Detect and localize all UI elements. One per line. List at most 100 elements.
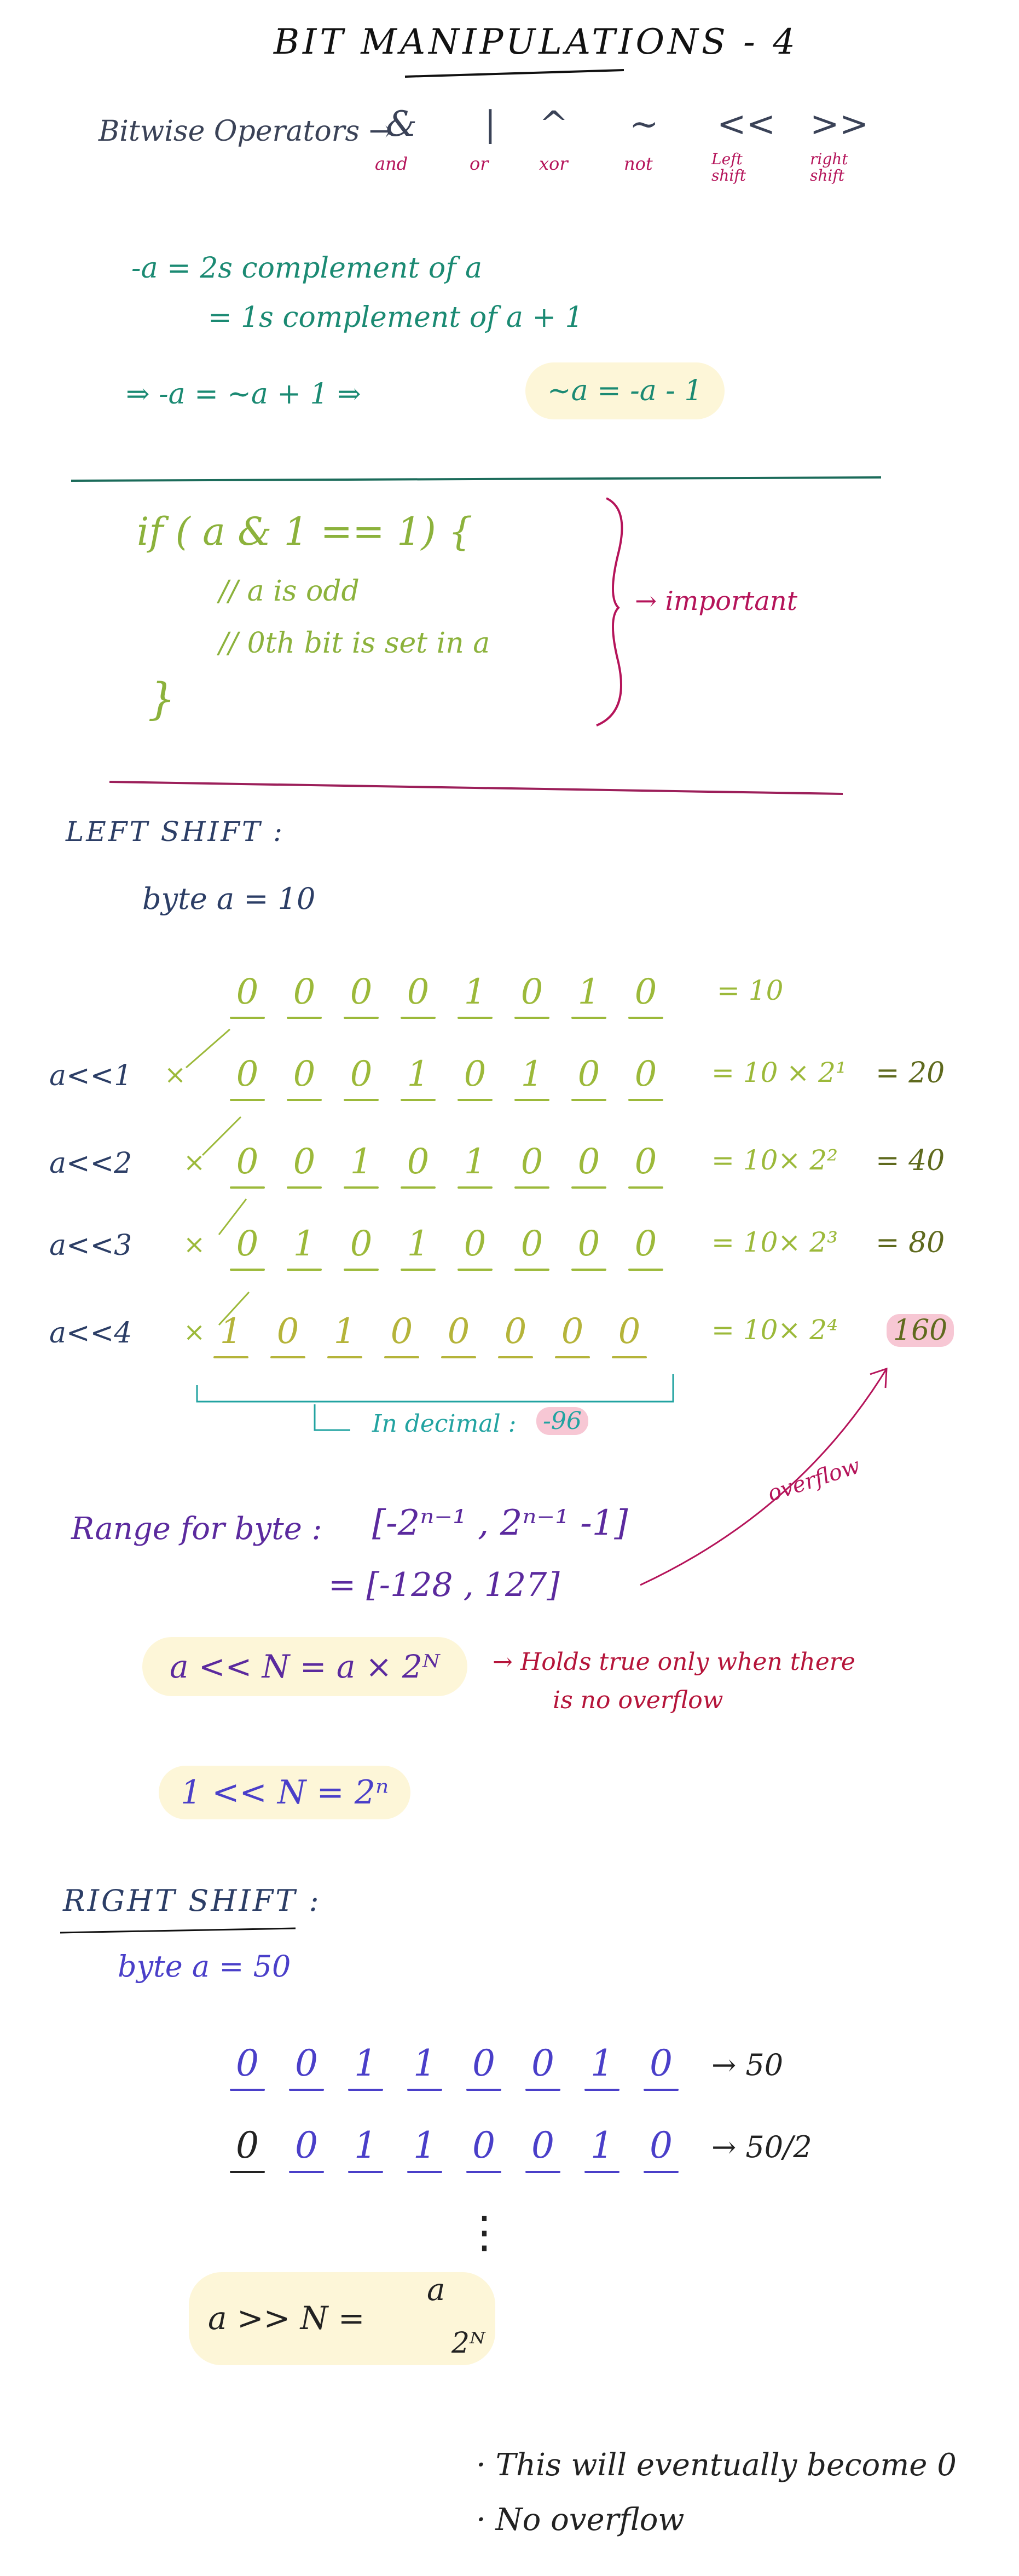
- dropped-bit-mark: ×: [164, 1059, 187, 1090]
- shift-row-label: a<<1: [49, 1059, 132, 1092]
- operator-name: and: [375, 153, 408, 174]
- decimal-label: In decimal :: [372, 1410, 517, 1438]
- bit-cell: 1: [287, 1224, 322, 1271]
- right-shift-row-result: → 50/2: [711, 2130, 812, 2164]
- range-values: = [-128 , 127]: [328, 1566, 560, 1604]
- shift-row-result: = 10: [717, 975, 784, 1006]
- bullet-eventually-zero: · This will eventually become 0: [476, 2447, 957, 2483]
- shift-row-result: = 10× 2³: [711, 1226, 838, 1258]
- bit-cell: 0: [289, 2124, 324, 2173]
- bit-cell: 0: [514, 972, 549, 1019]
- complement-line-3: ⇒ -a = ~a + 1 ⇒: [126, 378, 361, 411]
- bit-cell: 0: [498, 1311, 533, 1358]
- bit-cell: 0: [401, 972, 436, 1019]
- bit-cell: 1: [458, 972, 493, 1019]
- bit-cell: 1: [458, 1142, 493, 1189]
- bit-cell: 0: [441, 1311, 476, 1358]
- power-of-two-rule: 1 << N = 2ⁿ: [159, 1766, 411, 1819]
- operator-symbol: |: [484, 104, 496, 145]
- right-shift-heading: RIGHT SHIFT :: [63, 1883, 321, 1918]
- bit-cell: 0: [571, 1142, 606, 1189]
- bit-cell: 0: [644, 2042, 679, 2091]
- bit-cell: 0: [628, 1142, 663, 1189]
- operator-name: or: [470, 153, 489, 174]
- shift-rule-note-1: → Holds true only when there: [493, 1648, 855, 1676]
- bit-cell: 1: [571, 972, 606, 1019]
- bit-cell: 0: [628, 1224, 663, 1271]
- bit-cell: 0: [230, 1054, 265, 1101]
- complement-line-1: -a = 2s complement of a: [131, 252, 483, 285]
- operator-symbol: ^: [539, 104, 569, 145]
- shift-row-label: a<<3: [49, 1229, 132, 1262]
- shift-row-value: = 40: [876, 1144, 945, 1177]
- shift-row-result: = 10× 2²: [711, 1144, 838, 1176]
- operator-name: xor: [539, 153, 568, 174]
- bit-cell: 0: [644, 2124, 679, 2173]
- operator-name: right shift: [810, 150, 848, 185]
- dropped-bit-mark: ×: [183, 1317, 206, 1347]
- shift-row-label: a<<2: [49, 1147, 132, 1180]
- bit-cell: 0: [458, 1224, 493, 1271]
- bit-cell: 1: [407, 2124, 442, 2173]
- bit-cell: 1: [327, 1311, 362, 1358]
- bit-cell: 0: [458, 1054, 493, 1101]
- bit-cell: 0: [230, 1142, 265, 1189]
- bit-cell: 1: [584, 2042, 619, 2091]
- bit-cell: 0: [571, 1224, 606, 1271]
- right-shift-rule: a >> N =: [208, 2300, 365, 2337]
- bit-cell: 0: [401, 1142, 436, 1189]
- dropped-bit-mark: ×: [183, 1147, 206, 1178]
- divider-green: [71, 476, 882, 482]
- ellipsis: ⋮: [462, 2206, 506, 2257]
- decimal-value: -96: [536, 1407, 588, 1435]
- odd-code-2: // a is odd: [219, 575, 360, 608]
- shift-row-result: = 10 × 2¹: [711, 1057, 847, 1088]
- bit-cell: 0: [466, 2124, 501, 2173]
- bit-cell: 0: [525, 2042, 560, 2091]
- operator-name: Left shift: [711, 150, 746, 185]
- complement-line-2: = 1s complement of a + 1: [208, 301, 583, 334]
- range-label: Range for byte :: [71, 1511, 322, 1547]
- bit-cell: 0: [344, 1054, 379, 1101]
- bit-cell: 1: [514, 1054, 549, 1101]
- divider-magenta: [109, 781, 843, 795]
- bit-cell: 0: [628, 1054, 663, 1101]
- range-formula: [-2ⁿ⁻¹ , 2ⁿ⁻¹ -1]: [372, 1503, 628, 1543]
- shift-row-result: = 10× 2⁴: [711, 1314, 838, 1346]
- odd-code-4: }: [148, 673, 176, 724]
- bit-cell: 1: [213, 1311, 248, 1358]
- bit-cell: 0: [344, 972, 379, 1019]
- not-identity: ~a = -a - 1: [525, 362, 725, 419]
- bit-cell: 0: [514, 1142, 549, 1189]
- right-shift-denominator: 2ᴺ: [451, 2327, 485, 2360]
- bit-cell: 0: [555, 1311, 590, 1358]
- right-shift-numerator: a: [427, 2272, 445, 2308]
- bullet-no-overflow: · No overflow: [476, 2502, 685, 2538]
- page-title: BIT MANIPULATIONS - 4: [274, 22, 798, 62]
- operator-symbol: <<: [717, 104, 776, 145]
- bit-cell: 1: [584, 2124, 619, 2173]
- bit-cell: 1: [348, 2042, 383, 2091]
- right-shift-row-result: → 50: [711, 2048, 784, 2082]
- operator-symbol: >>: [810, 104, 869, 145]
- right-shift-underline: [60, 1927, 296, 1934]
- overflow-result: 160: [887, 1314, 954, 1347]
- bit-cell: 0: [466, 2042, 501, 2091]
- left-shift-declaration: byte a = 10: [142, 881, 316, 916]
- bit-cell: 0: [344, 1224, 379, 1271]
- left-shift-rule: a << N = a × 2ᴺ: [142, 1637, 467, 1696]
- bit-cell: 1: [401, 1054, 436, 1101]
- decimal-bracket: [196, 1374, 674, 1403]
- bit-cell: 0: [384, 1311, 419, 1358]
- odd-code-1: if ( a & 1 == 1) {: [137, 509, 473, 554]
- bit-cell: 0: [230, 1224, 265, 1271]
- bit-cell: 0: [230, 2124, 265, 2173]
- shift-row-value: = 20: [876, 1057, 945, 1090]
- shift-arrow-1: [186, 1028, 230, 1069]
- operator-symbol: ~: [629, 104, 659, 145]
- bit-cell: 0: [289, 2042, 324, 2091]
- bit-cell: 0: [230, 2042, 265, 2091]
- odd-code-3: // 0th bit is set in a: [219, 627, 490, 660]
- bit-cell: 0: [270, 1311, 305, 1358]
- bit-cell: 1: [344, 1142, 379, 1189]
